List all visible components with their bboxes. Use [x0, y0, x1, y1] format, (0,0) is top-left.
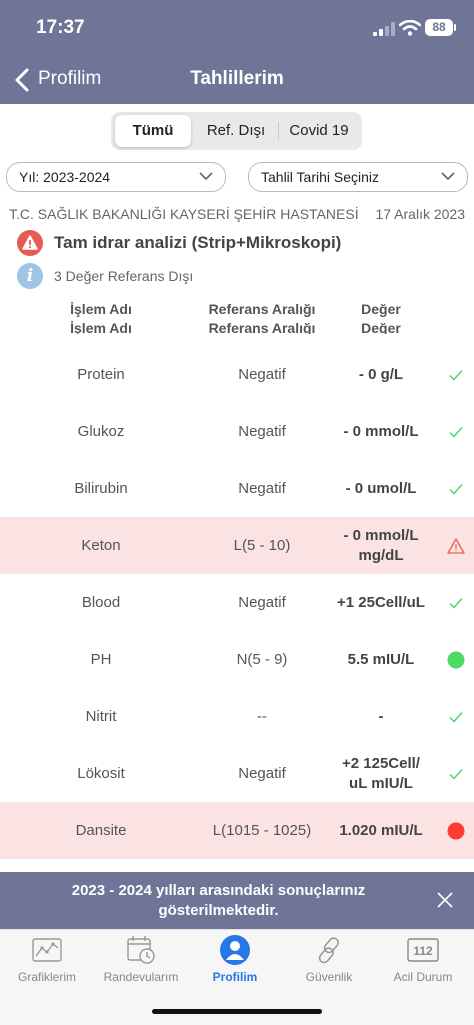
row-reference: Negatif — [238, 765, 286, 782]
battery-cap — [454, 24, 456, 31]
row-reference: L(5 - 10) — [233, 537, 291, 554]
calendar-clock-icon — [127, 936, 155, 964]
row-name: Protein — [77, 366, 125, 383]
info-toast: 2023 - 2024 yılları arasındaki sonuçları… — [0, 872, 474, 929]
date-select[interactable]: Tahlil Tarihi Seçiniz — [248, 162, 468, 192]
row-name: PH — [90, 651, 112, 668]
check-icon — [449, 484, 463, 495]
segment-covid[interactable]: Covid 19 — [279, 115, 359, 147]
table-row: Protein Negatif - 0 g/L — [0, 346, 474, 403]
row-value: 5.5 mIU/L — [347, 650, 415, 668]
close-icon[interactable] — [436, 891, 454, 909]
row-reference: Negatif — [238, 480, 286, 497]
green-dot-icon — [447, 651, 465, 669]
year-select[interactable]: Yıl: 2023-2024 — [6, 162, 226, 192]
column-header-value: Değer — [361, 301, 401, 317]
row-name: Dansite — [75, 822, 127, 839]
row-value: - 0 umol/L — [345, 479, 417, 497]
column-header-value-shadow: Değer — [361, 320, 401, 334]
hospital-name: T.C. SAĞLIK BAKANLIĞI KAYSERİ ŞEHİR HAST… — [9, 206, 359, 222]
tab-emergency[interactable]: 112 Acil Durum — [376, 930, 470, 990]
row-value: - — [378, 707, 384, 725]
row-reference: N(5 - 9) — [236, 651, 288, 668]
chart-icon — [32, 938, 62, 962]
out-of-range-note: 3 Değer Referans Dışı — [54, 268, 194, 284]
row-name: Lökosit — [77, 765, 125, 782]
row-value: - 0 g/L — [358, 365, 404, 383]
test-name: Tam idrar analizi (Strip+Mikroskopi) — [54, 233, 342, 252]
check-icon — [449, 712, 463, 723]
table-row: Dansite L(1015 - 1025) 1.020 mIU/L — [0, 802, 474, 859]
segment-all[interactable]: Tümü — [115, 115, 191, 147]
emergency-number: 112 — [413, 944, 433, 958]
table-row: PH N(5 - 9) 5.5 mIU/L — [0, 631, 474, 688]
row-value: 1.020 mIU/L — [339, 821, 423, 839]
row-name: Blood — [81, 594, 121, 611]
tab-security[interactable]: Güvenlik — [282, 930, 376, 990]
warning-triangle-icon — [447, 538, 465, 554]
chevron-down-icon — [441, 172, 455, 181]
app-header: 17:37 88 Profilim Tahlillerim — [0, 0, 474, 104]
tab-label: Profilim — [212, 970, 258, 984]
battery-icon: 88 — [425, 19, 453, 36]
warning-icon — [17, 230, 43, 256]
page-title: Tahlillerim — [190, 68, 284, 89]
tab-appointments[interactable]: Randevularım — [94, 930, 188, 990]
table-row: Nitrit -- - — [0, 688, 474, 745]
tab-label: Acil Durum — [393, 970, 453, 984]
row-reference: Negatif — [238, 366, 286, 383]
row-name: Keton — [81, 537, 121, 554]
report-date: 17 Aralık 2023 — [375, 206, 465, 222]
date-select-value: Tahlil Tarihi Seçiniz — [261, 169, 380, 185]
table-row: Lökosit Negatif +2 125Cell/ uL mIU/L — [0, 745, 474, 802]
filter-segmented-control: Tümü Ref. Dışı Covid 19 — [111, 112, 362, 150]
column-header-reference: Referans Aralığı — [208, 301, 316, 317]
row-name: Nitrit — [85, 708, 117, 725]
wifi-icon — [399, 20, 421, 36]
toast-message: 2023 - 2024 yılları arasındaki sonuçları… — [71, 882, 366, 919]
profile-icon — [220, 935, 250, 965]
column-header-reference-shadow: Referans Aralığı — [208, 320, 316, 334]
tab-label: Güvenlik — [305, 970, 353, 984]
check-icon — [449, 598, 463, 609]
red-dot-icon — [447, 822, 465, 840]
table-row: Blood Negatif +1 25Cell/uL — [0, 574, 474, 631]
row-value: +1 25Cell/uL — [337, 593, 425, 611]
tab-label: Randevularım — [103, 970, 179, 984]
emergency-112-icon: 112 — [407, 938, 439, 962]
tab-label: Grafiklerim — [17, 970, 76, 984]
check-icon — [449, 427, 463, 438]
chevron-down-icon — [199, 172, 213, 181]
check-icon — [449, 370, 463, 381]
check-icon — [449, 769, 463, 780]
table-row: Glukoz Negatif - 0 mmol/L — [0, 403, 474, 460]
row-reference: Negatif — [238, 423, 286, 440]
row-value: - 0 mmol/L — [343, 422, 419, 440]
year-select-value: Yıl: 2023-2024 — [19, 169, 111, 185]
table-row: Bilirubin Negatif - 0 umol/L — [0, 460, 474, 517]
row-reference: Negatif — [238, 594, 286, 611]
home-indicator — [152, 1009, 322, 1014]
row-name: Bilirubin — [74, 480, 128, 497]
row-value: - 0 mmol/L mg/dL — [343, 526, 419, 564]
tab-profile[interactable]: Profilim — [188, 930, 282, 990]
link-icon — [318, 937, 339, 964]
status-time: 17:37 — [36, 17, 85, 38]
tab-graphs[interactable]: Grafiklerim — [0, 930, 94, 990]
row-name: Glukoz — [77, 423, 125, 440]
row-reference: -- — [257, 708, 267, 725]
row-value: +2 125Cell/ uL mIU/L — [342, 754, 420, 792]
table-row: Keton L(5 - 10) - 0 mmol/L mg/dL — [0, 517, 474, 574]
row-reference: L(1015 - 1025) — [212, 822, 312, 839]
segment-out-of-range[interactable]: Ref. Dışı — [195, 115, 277, 147]
column-header-name: İşlem Adı — [70, 301, 132, 317]
column-header-name-shadow: İşlem Adı — [70, 320, 132, 334]
cellular-signal-icon — [373, 22, 395, 36]
info-icon: i — [17, 263, 43, 289]
